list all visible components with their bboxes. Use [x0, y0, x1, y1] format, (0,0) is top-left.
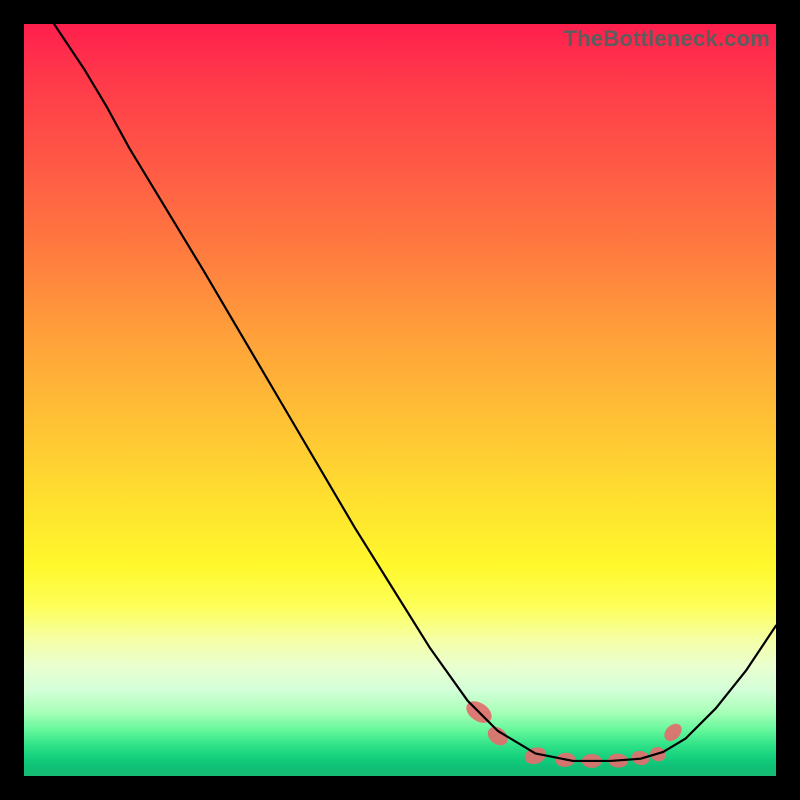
watermark-text: TheBottleneck.com — [564, 26, 770, 52]
curve-marker — [522, 744, 548, 767]
curve-marker — [484, 723, 511, 749]
plot-area: TheBottleneck.com — [24, 24, 776, 776]
chart-stage: TheBottleneck.com — [0, 0, 800, 800]
chart-overlay-svg — [24, 24, 776, 776]
curve-marker — [582, 754, 602, 768]
curve-marker — [630, 749, 651, 766]
markers-group — [462, 697, 685, 768]
curve-marker — [462, 697, 495, 728]
curve-marker — [608, 753, 629, 768]
curve-marker — [555, 752, 576, 768]
curve-marker — [648, 745, 668, 764]
curve-marker — [661, 720, 685, 744]
bottleneck-curve — [54, 24, 776, 761]
